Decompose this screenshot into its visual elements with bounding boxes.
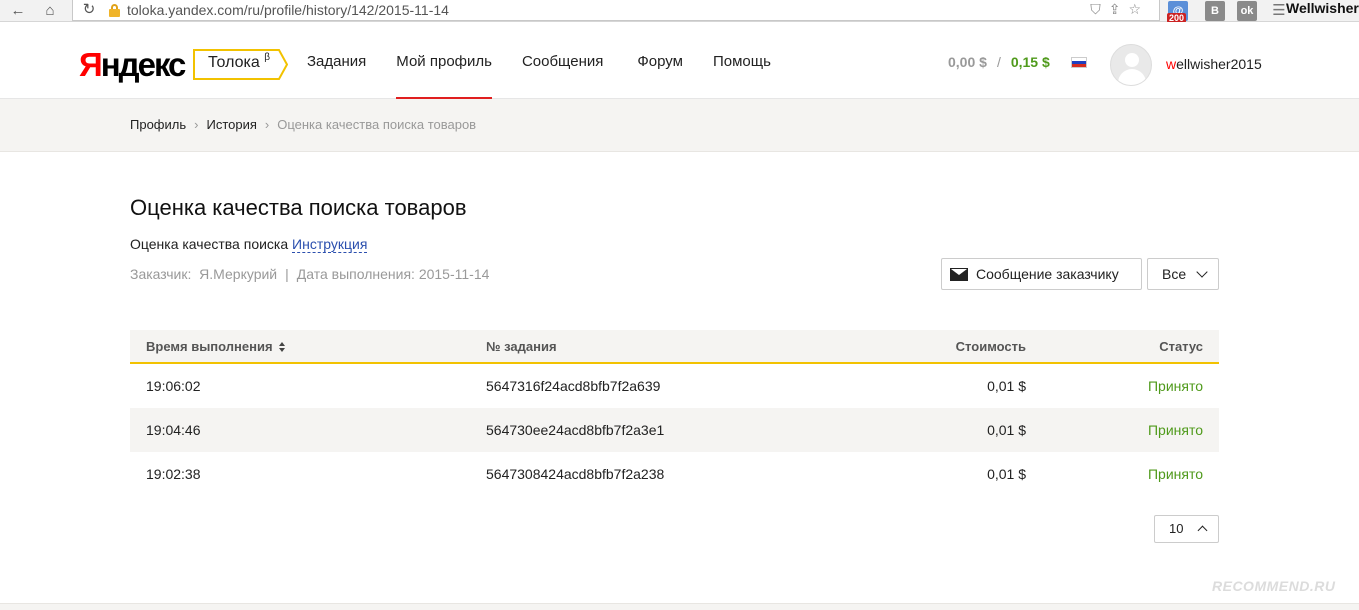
reload-icon[interactable]: ↻ [79, 0, 99, 20]
envelope-icon [950, 267, 968, 281]
yandex-logo[interactable]: Яндекс [79, 46, 186, 84]
balance-pending: 0,00 $ [948, 54, 987, 70]
lock-icon [109, 4, 120, 17]
back-arrow-icon[interactable]: ← [8, 1, 28, 21]
customer-name: Я.Меркурий [199, 266, 278, 282]
balance-earned: 0,15 $ [1010, 54, 1050, 70]
address-bar[interactable]: ↻ toloka.yandex.com/ru/profile/history/1… [72, 0, 1160, 21]
completion-date: 2015-11-14 [418, 266, 490, 282]
breadcrumb-current: Оценка качества поиска товаров [277, 117, 477, 132]
header-cost: Стоимость [955, 339, 1026, 354]
status-filter-select[interactable]: Все [1147, 258, 1219, 290]
menu-item-help[interactable]: Помощь [713, 22, 771, 99]
menu-item-messages[interactable]: Сообщения [522, 22, 603, 99]
breadcrumb-history[interactable]: История [206, 117, 256, 132]
url-text[interactable]: toloka.yandex.com/ru/profile/history/142… [127, 2, 449, 18]
mail-extension-icon[interactable]: @ 200 [1167, 1, 1188, 23]
username[interactable]: wellwisher2015 [1166, 56, 1262, 72]
breadcrumb-profile[interactable]: Профиль [130, 117, 186, 132]
main-menu: Задания Мой профиль Сообщения Форум Помо… [307, 22, 771, 100]
history-table: Время выполнения № задания Стоимость Ста… [130, 330, 1219, 496]
breadcrumb: Профиль › История › Оценка качества поиска т… [0, 99, 1359, 152]
table-row: 19:02:38 5647308424acd8bfb7f2a238 0,01 $… [146, 466, 1203, 482]
menu-item-forum[interactable]: Форум [637, 22, 683, 99]
chevron-up-icon [1197, 525, 1208, 536]
menu-item-my-profile[interactable]: Мой профиль [396, 22, 492, 100]
chevron-down-icon [1196, 265, 1208, 278]
status-badge: Принято [1147, 466, 1203, 482]
footer-divider [0, 603, 1359, 610]
site-header: Яндекс Толока β Задания Мой профиль Сооб… [0, 22, 1359, 100]
page-size-select[interactable]: 10 [1154, 515, 1219, 543]
status-badge: Принято [1147, 422, 1203, 438]
browser-toolbar: ← ⌂ ↻ toloka.yandex.com/ru/profile/histo… [0, 0, 1359, 23]
table-row: 19:04:46 564730ee24acd8bfb7f2a3e1 0,01 $… [130, 408, 1219, 452]
instruction-link[interactable]: Инструкция [292, 236, 368, 253]
table-header: Время выполнения № задания Стоимость Ста… [130, 330, 1219, 364]
sort-icon [278, 341, 285, 352]
watermark: RECOMMEND.RU [1212, 578, 1336, 594]
project-meta: Заказчик: Я.Меркурий | Дата выполнения: 20… [130, 266, 490, 282]
russia-flag-icon[interactable] [1071, 57, 1087, 68]
project-description: Оценка качества поиска Инструкция [130, 236, 368, 253]
table-row: 19:06:02 5647316f24acd8bfb7f2a639 0,01 $… [146, 378, 1203, 394]
vk-extension-icon[interactable]: B [1205, 1, 1225, 21]
toloka-logo[interactable]: Толока β [193, 49, 288, 80]
avatar[interactable] [1110, 44, 1152, 86]
header-status: Статус [1159, 339, 1203, 354]
menu-item-tasks[interactable]: Задания [307, 22, 366, 99]
page-title: Оценка качества поиска товаров [130, 195, 467, 220]
header-time[interactable]: Время выполнения [146, 339, 285, 354]
balance: 0,00 $/0,15 $ [948, 54, 1050, 70]
address-bar-actions-icons[interactable]: ⛉⇪☆ [1090, 1, 1149, 18]
message-customer-button[interactable]: Сообщение заказчику [941, 258, 1142, 290]
header-task-id: № задания [486, 339, 557, 354]
browser-user-name[interactable]: Wellwisher [1286, 0, 1359, 16]
home-icon[interactable]: ⌂ [40, 1, 60, 21]
ok-extension-icon[interactable]: ok [1237, 1, 1257, 21]
status-badge: Принято [1147, 378, 1203, 394]
